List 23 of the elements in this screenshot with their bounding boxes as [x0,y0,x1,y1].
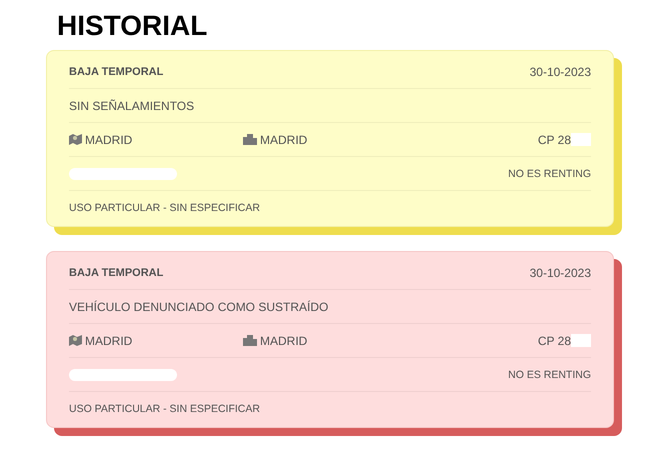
usage-text: USO PARTICULAR - SIN ESPECIFICAR [69,402,260,414]
buildings-icon [243,134,257,145]
postal-code-text: CP 28 [538,334,571,348]
status-label: BAJA TEMPORAL [69,266,164,278]
redaction-mark [571,133,591,146]
description-text: SIN SEÑALAMIENTOS [69,98,194,112]
renting-text: NO ES RENTING [508,368,591,380]
usage-text: USO PARTICULAR - SIN ESPECIFICAR [69,202,260,214]
renting-text: NO ES RENTING [508,168,591,180]
map-icon [69,134,82,145]
date-text: 30-10-2023 [530,266,591,280]
postal-code-text: CP 28 [538,132,571,146]
description-text: VEHÍCULO DENUNCIADO COMO SUSTRAÍDO [69,300,328,314]
province-text: MADRID [85,334,132,348]
city-text: MADRID [260,334,308,348]
date-text: 30-10-2023 [530,64,591,78]
city-text: MADRID [260,132,308,146]
status-label: BAJA TEMPORAL [69,66,164,78]
buildings-icon [243,335,257,346]
page-title: HISTORIAL [57,10,208,42]
province-text: MADRID [85,132,132,146]
map-icon [69,335,82,346]
redaction-mark [571,334,591,347]
